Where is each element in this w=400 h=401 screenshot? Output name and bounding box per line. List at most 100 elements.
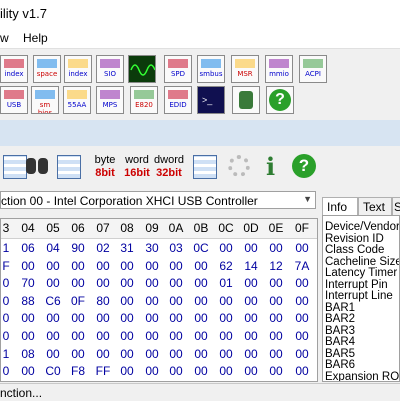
register-info-list[interactable]: Device/Vendor IDRevision IDClass CodeCac…	[322, 215, 400, 382]
hex-byte-cell[interactable]: 08	[15, 345, 41, 363]
waveform-icon[interactable]	[128, 55, 156, 83]
hex-byte-cell[interactable]: 00	[139, 327, 165, 345]
hex-byte-cell[interactable]: 00	[188, 327, 214, 345]
word-icon[interactable]: word 16bit	[121, 152, 153, 180]
tab-info[interactable]: Info	[322, 197, 358, 215]
hex-byte-cell[interactable]: 00	[65, 309, 91, 327]
mmio-icon[interactable]: mmio	[265, 55, 293, 83]
hex-byte-cell[interactable]: 00	[263, 274, 289, 292]
smbus-icon[interactable]: smbus	[197, 55, 225, 83]
io-space-icon[interactable]: space	[33, 55, 61, 83]
hex-byte-cell[interactable]: 62	[213, 257, 239, 275]
byte-icon[interactable]: byte 8bit	[89, 152, 121, 180]
register-field-item[interactable]: Device/Vendor ID	[325, 221, 399, 233]
hex-byte-cell[interactable]: 00	[114, 327, 140, 345]
hex-byte-cell[interactable]: 00	[263, 292, 289, 310]
hex-byte-cell[interactable]: 00	[213, 292, 239, 310]
hex-byte-cell[interactable]: 00	[238, 327, 264, 345]
usb-icon[interactable]: USB	[0, 86, 28, 114]
hex-byte-cell[interactable]: 90	[65, 239, 91, 257]
spd-icon[interactable]: SPD	[164, 55, 192, 83]
hex-byte-cell[interactable]: 04	[40, 239, 66, 257]
tab-s[interactable]: S	[392, 197, 400, 215]
hex-byte-cell[interactable]: 00	[163, 309, 189, 327]
hex-byte-cell[interactable]: 00	[163, 274, 189, 292]
hex-byte-cell[interactable]: 00	[139, 292, 165, 310]
hex-byte-cell[interactable]: C6	[40, 292, 66, 310]
hex-byte-cell[interactable]: 00	[163, 327, 189, 345]
hex-byte-cell[interactable]: 00	[238, 274, 264, 292]
hex-byte-cell[interactable]: 80	[90, 292, 116, 310]
command-window-icon[interactable]: >_	[197, 86, 225, 114]
register-field-item[interactable]: Cacheline Size	[325, 256, 399, 268]
hex-byte-cell[interactable]: 00	[114, 292, 140, 310]
smbios-icon[interactable]: sm bios	[31, 86, 59, 114]
hex-byte-cell[interactable]: 00	[114, 257, 140, 275]
hex-byte-cell[interactable]: 00	[15, 362, 41, 380]
hex-byte-cell[interactable]: 00	[163, 362, 189, 380]
hex-byte-cell[interactable]: 00	[139, 309, 165, 327]
hex-byte-cell[interactable]: 70	[15, 274, 41, 292]
register-field-item[interactable]: BAR4	[325, 336, 355, 348]
hex-byte-cell[interactable]: 06	[15, 239, 41, 257]
help-icon[interactable]: ?	[266, 86, 294, 114]
hex-byte-cell[interactable]: 00	[213, 345, 239, 363]
hex-byte-cell[interactable]: 00	[40, 309, 66, 327]
menu-window[interactable]: w	[0, 31, 9, 45]
hex-byte-cell[interactable]: 00	[65, 327, 91, 345]
hex-byte-cell[interactable]: 00	[263, 239, 289, 257]
hex-byte-cell[interactable]: 00	[139, 257, 165, 275]
hex-byte-cell[interactable]: 31	[114, 239, 140, 257]
hex-byte-cell[interactable]: 00	[263, 362, 289, 380]
hex-byte-cell[interactable]: 00	[139, 274, 165, 292]
hex-byte-cell[interactable]: 88	[15, 292, 41, 310]
hex-byte-cell[interactable]: 14	[238, 257, 264, 275]
hex-byte-cell[interactable]: 00	[213, 309, 239, 327]
hex-byte-cell[interactable]: 00	[188, 345, 214, 363]
e820-icon[interactable]: E820	[130, 86, 158, 114]
hex-byte-cell[interactable]: 00	[188, 362, 214, 380]
hex-byte-cell[interactable]: 00	[114, 309, 140, 327]
register-field-item[interactable]: Interrupt Line	[325, 290, 393, 302]
hex-byte-cell[interactable]: 00	[65, 345, 91, 363]
hex-byte-cell[interactable]: 0C	[188, 239, 214, 257]
register-field-item[interactable]: BAR5	[325, 348, 355, 360]
hex-byte-cell[interactable]: 00	[238, 292, 264, 310]
hex-byte-cell[interactable]: 00	[263, 345, 289, 363]
hex-byte-cell[interactable]: 00	[188, 309, 214, 327]
hex-byte-cell[interactable]: 7A	[289, 257, 315, 275]
hex-byte-cell[interactable]: 00	[15, 309, 41, 327]
hex-byte-cell[interactable]: 00	[163, 257, 189, 275]
hex-grid[interactable]: 3 04 05 06 07 08 09 0A 0B 0C 0D 0E 0F 1 06 04 90 02 31 30 0…	[0, 218, 318, 382]
hex-byte-cell[interactable]: 00	[238, 345, 264, 363]
register-field-item[interactable]: Expansion ROM	[325, 371, 399, 382]
hex-byte-cell[interactable]: 00	[40, 274, 66, 292]
list-icon[interactable]	[190, 152, 218, 180]
hex-byte-cell[interactable]: 00	[289, 292, 315, 310]
mps-icon[interactable]: MPS	[96, 86, 124, 114]
register-field-item[interactable]: BAR2	[325, 313, 355, 325]
register-field-item[interactable]: BAR1	[325, 302, 355, 314]
hex-byte-cell[interactable]: 00	[188, 257, 214, 275]
hex-byte-cell[interactable]: 00	[65, 257, 91, 275]
hex-byte-cell[interactable]: 12	[263, 257, 289, 275]
hex-byte-cell[interactable]: 00	[139, 345, 165, 363]
register-field-item[interactable]: Interrupt Pin	[325, 279, 388, 291]
hex-byte-cell[interactable]: 30	[139, 239, 165, 257]
hex-byte-cell[interactable]: 00	[289, 239, 315, 257]
sio-icon[interactable]: SIO	[96, 55, 124, 83]
binoculars-icon[interactable]	[23, 152, 51, 180]
hex-byte-cell[interactable]: 00	[289, 327, 315, 345]
hex-byte-cell[interactable]: 0F	[65, 292, 91, 310]
hex-byte-cell[interactable]: 00	[90, 309, 116, 327]
hex-byte-cell[interactable]: 00	[289, 309, 315, 327]
hex-byte-cell[interactable]: 00	[90, 345, 116, 363]
device-select[interactable]: ction 00 - Intel Corporation XHCI USB Co…	[0, 191, 316, 209]
info-icon[interactable]: i	[260, 152, 288, 181]
hex-byte-cell[interactable]: 01	[213, 274, 239, 292]
hex-byte-cell[interactable]: 00	[163, 345, 189, 363]
hex-byte-cell[interactable]: 00	[213, 327, 239, 345]
hex-byte-cell[interactable]: 00	[40, 327, 66, 345]
register-field-item[interactable]: BAR3	[325, 325, 355, 337]
hex-byte-cell[interactable]: 00	[263, 309, 289, 327]
